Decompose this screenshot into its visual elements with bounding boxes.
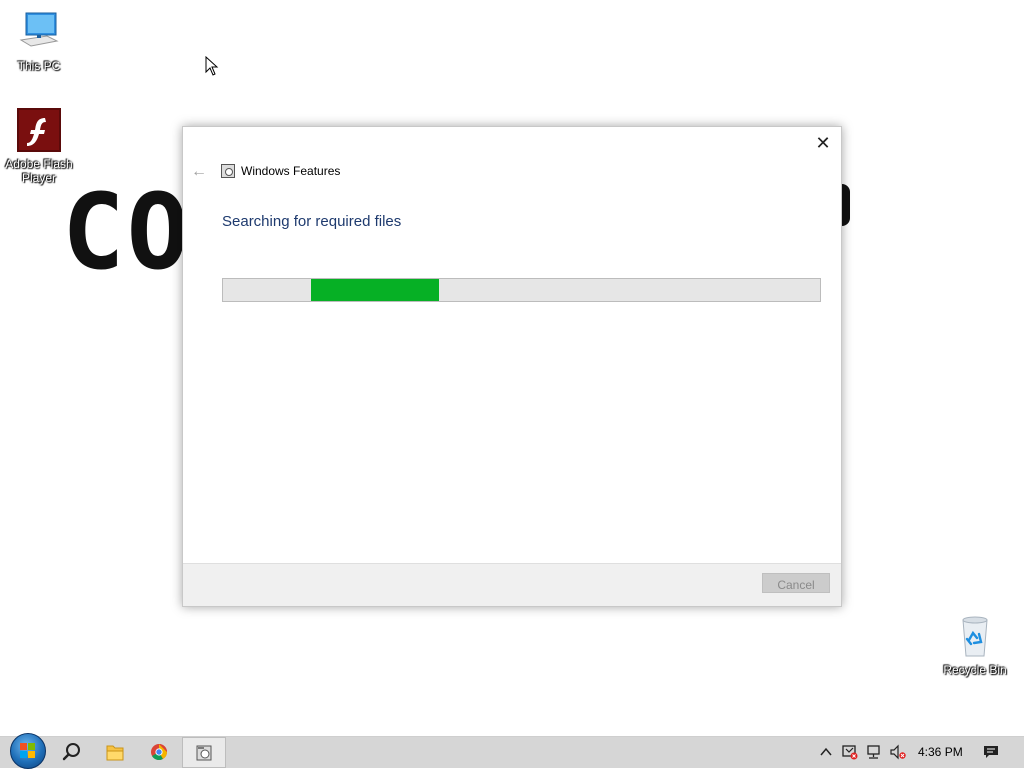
windows-logo-icon — [20, 743, 36, 759]
recycle-bin-icon — [962, 616, 988, 657]
back-arrow-icon: ← — [191, 163, 207, 180]
network-icon — [867, 745, 880, 759]
tray-network-icon[interactable] — [866, 744, 882, 760]
close-icon: ✕ — [815, 133, 831, 153]
desktop-icon-adobe-flash-player[interactable]: Adobe Flash Player — [3, 108, 75, 185]
windows-features-icon — [196, 745, 212, 761]
flash-player-icon — [17, 108, 61, 152]
notification-icon — [984, 746, 998, 758]
file-explorer-icon — [106, 745, 124, 761]
show-hidden-icons-button[interactable] — [818, 744, 834, 760]
volume-muted-icon — [890, 744, 906, 760]
monitor-icon — [19, 12, 59, 47]
clock[interactable]: 4:36 PM — [918, 745, 963, 759]
dialog-footer: Cancel — [183, 563, 841, 606]
desktop-icon-recycle-bin[interactable]: Recycle Bin — [939, 614, 1011, 677]
wallpaper-text: CO — [62, 171, 192, 293]
taskbar-chrome[interactable] — [138, 737, 180, 768]
start-button[interactable] — [10, 733, 46, 769]
windows-features-icon — [221, 164, 235, 178]
cancel-button[interactable]: Cancel — [762, 573, 830, 593]
action-center-button[interactable] — [983, 744, 999, 760]
desktop-icon-label: Adobe Flash Player — [5, 157, 73, 185]
status-heading: Searching for required files — [222, 213, 402, 230]
mouse-cursor-icon — [205, 56, 219, 76]
taskbar-file-explorer[interactable] — [94, 737, 136, 768]
tray-security-icon[interactable] — [842, 744, 858, 760]
search-icon — [62, 743, 80, 761]
chrome-icon — [151, 744, 167, 760]
taskbar-search-button[interactable] — [51, 737, 93, 768]
tray-volume-icon[interactable] — [890, 744, 906, 760]
desktop-icon-this-pc[interactable]: This PC — [3, 10, 75, 73]
desktop-icon-label: This PC — [17, 59, 61, 73]
action-center-flag-icon — [842, 745, 858, 760]
back-button[interactable]: ← — [191, 163, 209, 181]
taskbar-windows-features[interactable] — [182, 737, 226, 768]
close-button[interactable]: ✕ — [809, 131, 837, 155]
progress-bar — [222, 278, 821, 302]
windows-features-dialog: ✕ ← Windows Features Searching for requi… — [182, 126, 842, 607]
desktop-icon-label: Recycle Bin — [943, 663, 1007, 677]
window-title: Windows Features — [241, 164, 341, 178]
progress-fill — [311, 279, 439, 301]
taskbar: 4:36 PM — [0, 733, 1024, 769]
chevron-up-icon — [820, 747, 832, 756]
